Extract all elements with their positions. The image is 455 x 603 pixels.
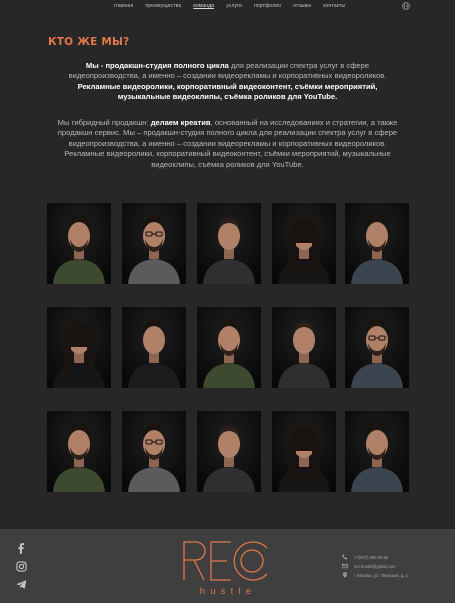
team-member-photo: [345, 307, 409, 388]
rec-hustle-logo: hustle: [183, 541, 268, 597]
about-bold: делаем креатив: [150, 118, 211, 127]
contact-address[interactable]: г. Москва, ул. Тверская, д. 1: [342, 572, 408, 578]
team-member-photo: [197, 411, 261, 492]
portrait-illustration: [122, 411, 186, 492]
portrait-illustration: [197, 411, 261, 492]
logo-word: hustle: [200, 586, 257, 597]
team-member-photo: [47, 307, 111, 388]
portrait-illustration: [345, 307, 409, 388]
portrait-illustration: [122, 203, 186, 284]
section-title: КТО ЖЕ МЫ?: [48, 36, 130, 48]
nav-item-reviews[interactable]: отзывы: [293, 3, 311, 9]
portrait-illustration: [345, 411, 409, 492]
contact-phone[interactable]: +7(907) 555 55 55: [342, 554, 388, 560]
top-navigation: главная преимущества команда услуги порт…: [0, 0, 455, 14]
nav-item-team[interactable]: команда: [193, 3, 214, 9]
team-member-photo: [197, 307, 261, 388]
about-paragraph: Мы гибридный продакшн: делаем креатив, о…: [54, 118, 401, 170]
team-member-photo: [47, 203, 111, 284]
team-member-photo: [122, 307, 186, 388]
nav-item-portfolio[interactable]: портфолио: [254, 3, 281, 9]
phone-icon: [342, 554, 348, 560]
team-photo-grid: [47, 203, 409, 517]
team-member-photo: [345, 203, 409, 284]
language-globe-icon[interactable]: [402, 2, 410, 10]
team-member-photo: [197, 203, 261, 284]
location-icon: [343, 572, 347, 578]
telegram-icon[interactable]: [16, 579, 27, 590]
portrait-illustration: [47, 203, 111, 284]
contact-email-text: rec.hustle@gmail.com: [354, 563, 396, 569]
contact-email[interactable]: rec.hustle@gmail.com: [342, 563, 396, 569]
nav-links: главная преимущества команда услуги порт…: [114, 3, 357, 9]
portrait-illustration: [197, 203, 261, 284]
contact-phone-text: +7(907) 555 55 55: [354, 554, 389, 560]
team-member-photo: [47, 411, 111, 492]
nav-item-advantages[interactable]: преимущества: [145, 3, 181, 9]
portrait-illustration: [122, 307, 186, 388]
portrait-illustration: [47, 307, 111, 388]
team-member-photo: [122, 203, 186, 284]
team-member-photo: [122, 411, 186, 492]
nav-item-home[interactable]: главная: [114, 3, 133, 9]
mail-icon: [342, 563, 348, 569]
about-text-before: Мы гибридный продакшн:: [57, 118, 151, 127]
page: главная преимущества команда услуги порт…: [0, 0, 455, 603]
portrait-illustration: [345, 203, 409, 284]
portrait-illustration: [272, 411, 336, 492]
portrait-illustration: [47, 411, 111, 492]
team-member-photo: [272, 307, 336, 388]
intro-bold-lead: Мы - продакшн-студия полного цикла: [85, 61, 229, 70]
portrait-illustration: [197, 307, 261, 388]
intro-bold-tail: Рекламные видеоролики, корпоративный вид…: [77, 81, 378, 102]
team-member-photo: [272, 203, 336, 284]
intro-paragraph: Мы - продакшн-студия полного цикла для р…: [54, 61, 401, 103]
footer: hustle +7(907) 555 55 55 rec.hustle@gmai…: [0, 529, 455, 603]
nav-item-services[interactable]: услуги: [226, 3, 242, 9]
facebook-icon[interactable]: [16, 543, 27, 554]
instagram-icon[interactable]: [16, 561, 27, 572]
nav-item-contacts[interactable]: контакты: [323, 3, 345, 9]
team-member-photo: [272, 411, 336, 492]
contact-address-text: г. Москва, ул. Тверская, д. 1: [354, 572, 408, 578]
portrait-illustration: [272, 203, 336, 284]
team-member-photo: [345, 411, 409, 492]
portrait-illustration: [272, 307, 336, 388]
